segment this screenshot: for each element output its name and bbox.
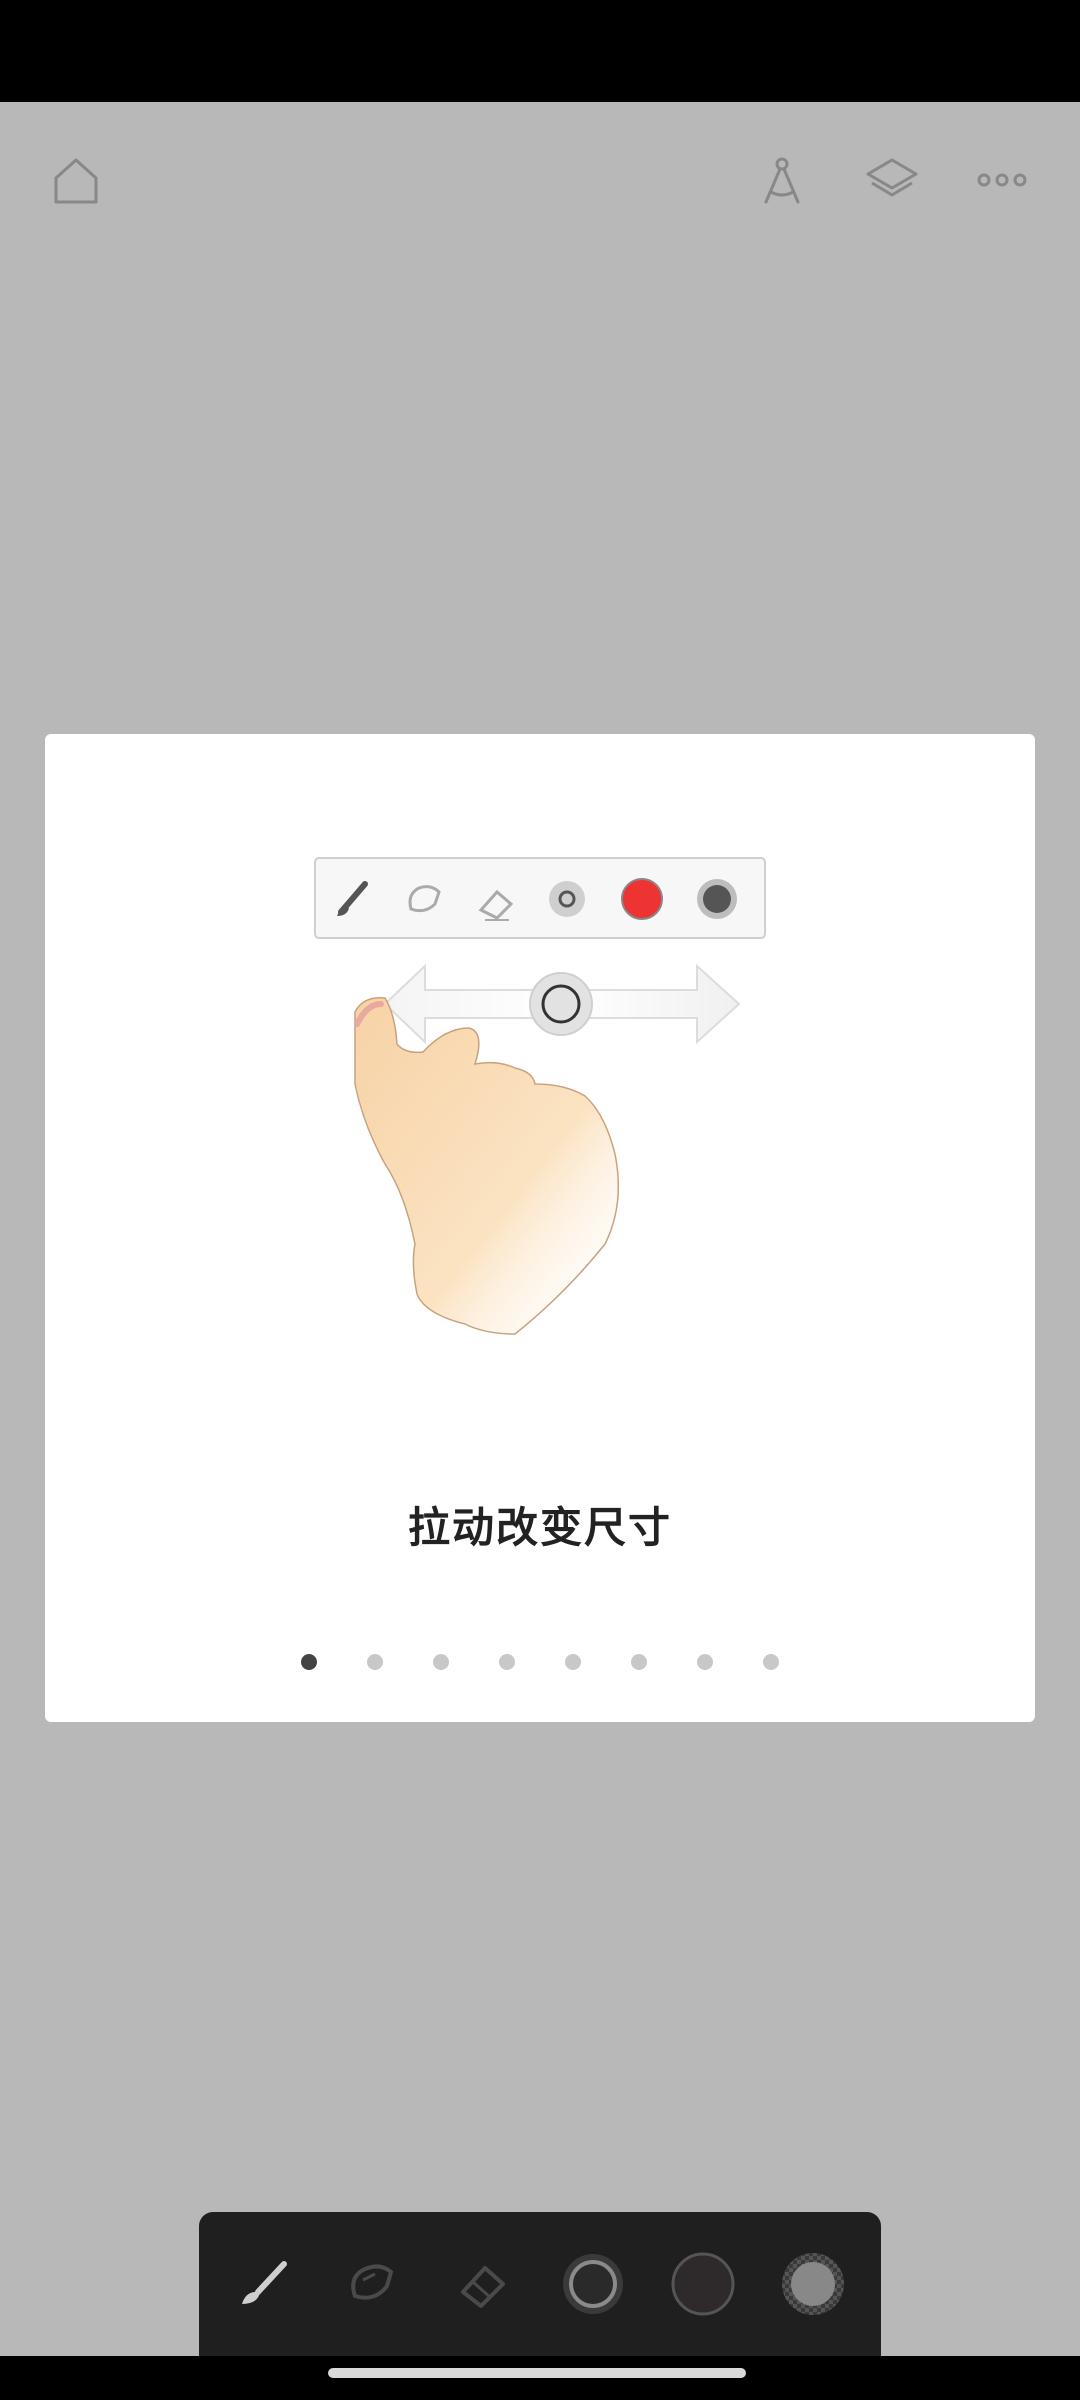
page-dot[interactable] — [433, 1654, 449, 1670]
mini-size-icon — [549, 881, 585, 917]
ruler-button[interactable] — [744, 142, 820, 218]
page-dot[interactable] — [499, 1654, 515, 1670]
navigation-bar — [0, 2356, 1080, 2400]
page-dot[interactable] — [565, 1654, 581, 1670]
page-dot[interactable] — [631, 1654, 647, 1670]
top-toolbar — [0, 102, 1080, 257]
brush-size-icon — [563, 2254, 623, 2314]
eraser-icon — [461, 2266, 505, 2308]
brush-icon — [242, 2261, 287, 2304]
drag-handle — [529, 972, 593, 1036]
page-indicator — [45, 1642, 1035, 1682]
page-dot[interactable] — [367, 1654, 383, 1670]
color-button[interactable] — [657, 2238, 749, 2330]
tutorial-caption: 拉动改变尺寸 — [407, 1503, 672, 1552]
ruler-compass-icon — [764, 157, 800, 204]
opacity-button[interactable] — [767, 2238, 859, 2330]
home-icon — [54, 158, 98, 204]
hand-illustration — [354, 997, 620, 1335]
color-icon — [671, 2252, 735, 2316]
mini-opacity-icon — [697, 879, 737, 919]
smudge-icon — [351, 2264, 394, 2300]
layers-icon — [866, 158, 918, 197]
brush-tool-button[interactable] — [218, 2238, 310, 2330]
brush-size-button[interactable] — [547, 2238, 639, 2330]
resize-gesture-illustration — [314, 857, 766, 1335]
more-icon — [977, 173, 1027, 187]
status-bar — [0, 0, 1080, 102]
tutorial-illustration — [45, 734, 1035, 1414]
smudge-tool-button[interactable] — [327, 2238, 419, 2330]
home-indicator[interactable] — [328, 2368, 746, 2378]
layers-button[interactable] — [854, 142, 930, 218]
page-dot[interactable] — [697, 1654, 713, 1670]
tutorial-dialog[interactable]: 拉动改变尺寸 — [45, 734, 1035, 1722]
opacity-icon — [782, 2253, 844, 2315]
bottom-toolbar — [199, 2212, 881, 2356]
page-dot[interactable] — [301, 1654, 317, 1670]
mini-color-swatch-icon — [621, 878, 663, 920]
eraser-tool-button[interactable] — [437, 2238, 529, 2330]
page-dot[interactable] — [763, 1654, 779, 1670]
more-button[interactable] — [964, 142, 1040, 218]
home-button[interactable] — [38, 142, 114, 218]
